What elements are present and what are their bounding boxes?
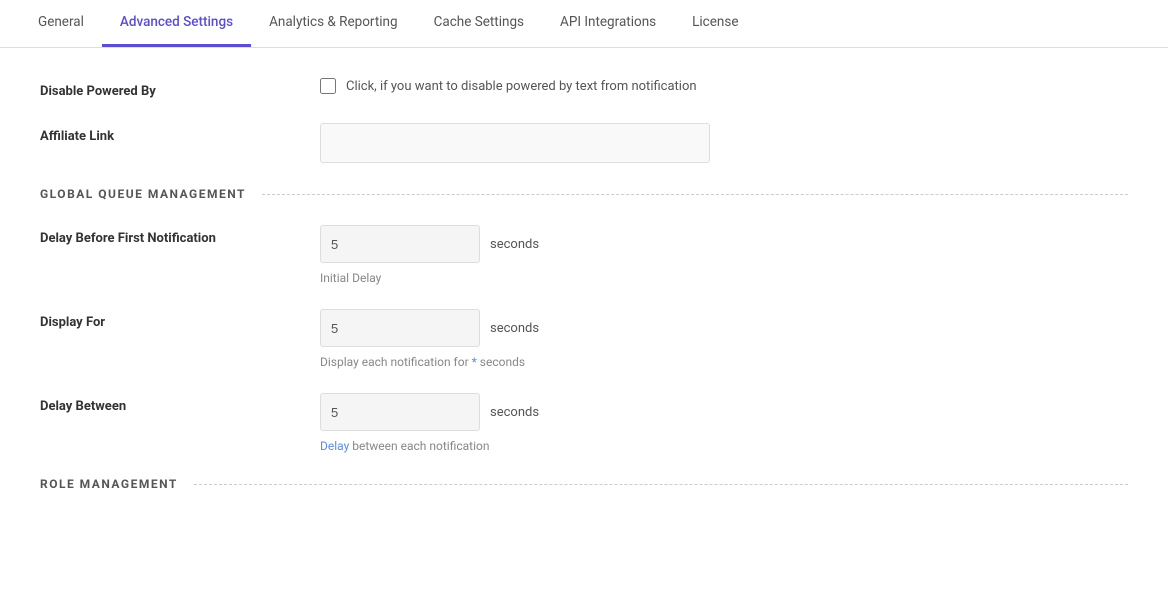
delay-first-help: Initial Delay: [320, 271, 1128, 285]
powered-by-checkbox-label: Click, if you want to disable powered by…: [346, 79, 697, 94]
delay-between-input[interactable]: [320, 393, 480, 431]
tab-cache-settings[interactable]: Cache Settings: [416, 0, 542, 47]
display-for-label: Display For: [40, 309, 320, 330]
display-for-input[interactable]: [320, 309, 480, 347]
display-for-help: Display each notification for * seconds: [320, 355, 1128, 369]
display-for-help-suffix: seconds: [477, 355, 525, 369]
global-queue-line: [262, 194, 1128, 195]
role-management-line: [194, 484, 1128, 485]
role-management-title: ROLE MANAGEMENT: [40, 477, 178, 491]
tabs-bar: General Advanced Settings Analytics & Re…: [0, 0, 1168, 48]
delay-between-control: seconds Delay between each notification: [320, 393, 1128, 453]
delay-between-input-row: seconds: [320, 393, 1128, 431]
display-for-help-prefix: Display each notification for: [320, 355, 472, 369]
delay-between-label: Delay Between: [40, 393, 320, 414]
tab-analytics-reporting[interactable]: Analytics & Reporting: [251, 0, 416, 47]
delay-first-control: seconds Initial Delay: [320, 225, 1128, 285]
delay-between-help-highlight: Delay: [320, 439, 349, 453]
delay-first-input[interactable]: [320, 225, 480, 263]
delay-between-help-middle: between each notification: [349, 439, 489, 453]
display-for-input-row: seconds: [320, 309, 1128, 347]
tab-advanced-settings[interactable]: Advanced Settings: [102, 0, 251, 47]
tab-api-integrations[interactable]: API Integrations: [542, 0, 674, 47]
delay-between-row: Delay Between seconds Delay between each…: [40, 393, 1128, 453]
display-for-row: Display For seconds Display each notific…: [40, 309, 1128, 369]
delay-first-row: Delay Before First Notification seconds …: [40, 225, 1128, 285]
role-management-divider: ROLE MANAGEMENT: [40, 477, 1128, 491]
delay-first-input-row: seconds: [320, 225, 1128, 263]
affiliate-link-row: Affiliate Link: [40, 123, 1128, 163]
delay-first-help-text: Initial Delay: [320, 271, 381, 285]
content-area: Disable Powered By Click, if you want to…: [0, 48, 1168, 545]
powered-by-label: Disable Powered By: [40, 78, 320, 99]
tab-license[interactable]: License: [674, 0, 756, 47]
affiliate-link-input[interactable]: [320, 123, 710, 163]
global-queue-divider: GLOBAL QUEUE MANAGEMENT: [40, 187, 1128, 201]
delay-first-unit: seconds: [490, 237, 539, 252]
tab-general[interactable]: General: [20, 0, 102, 47]
delay-first-label: Delay Before First Notification: [40, 225, 320, 246]
affiliate-link-label: Affiliate Link: [40, 123, 320, 144]
powered-by-control: Click, if you want to disable powered by…: [320, 78, 1128, 94]
delay-between-unit: seconds: [490, 405, 539, 420]
display-for-unit: seconds: [490, 321, 539, 336]
powered-by-checkbox-row: Click, if you want to disable powered by…: [320, 78, 1128, 94]
delay-between-help: Delay between each notification: [320, 439, 1128, 453]
powered-by-checkbox[interactable]: [320, 78, 336, 94]
display-for-control: seconds Display each notification for * …: [320, 309, 1128, 369]
powered-by-row: Disable Powered By Click, if you want to…: [40, 78, 1128, 99]
global-queue-title: GLOBAL QUEUE MANAGEMENT: [40, 187, 246, 201]
affiliate-link-control: [320, 123, 1128, 163]
